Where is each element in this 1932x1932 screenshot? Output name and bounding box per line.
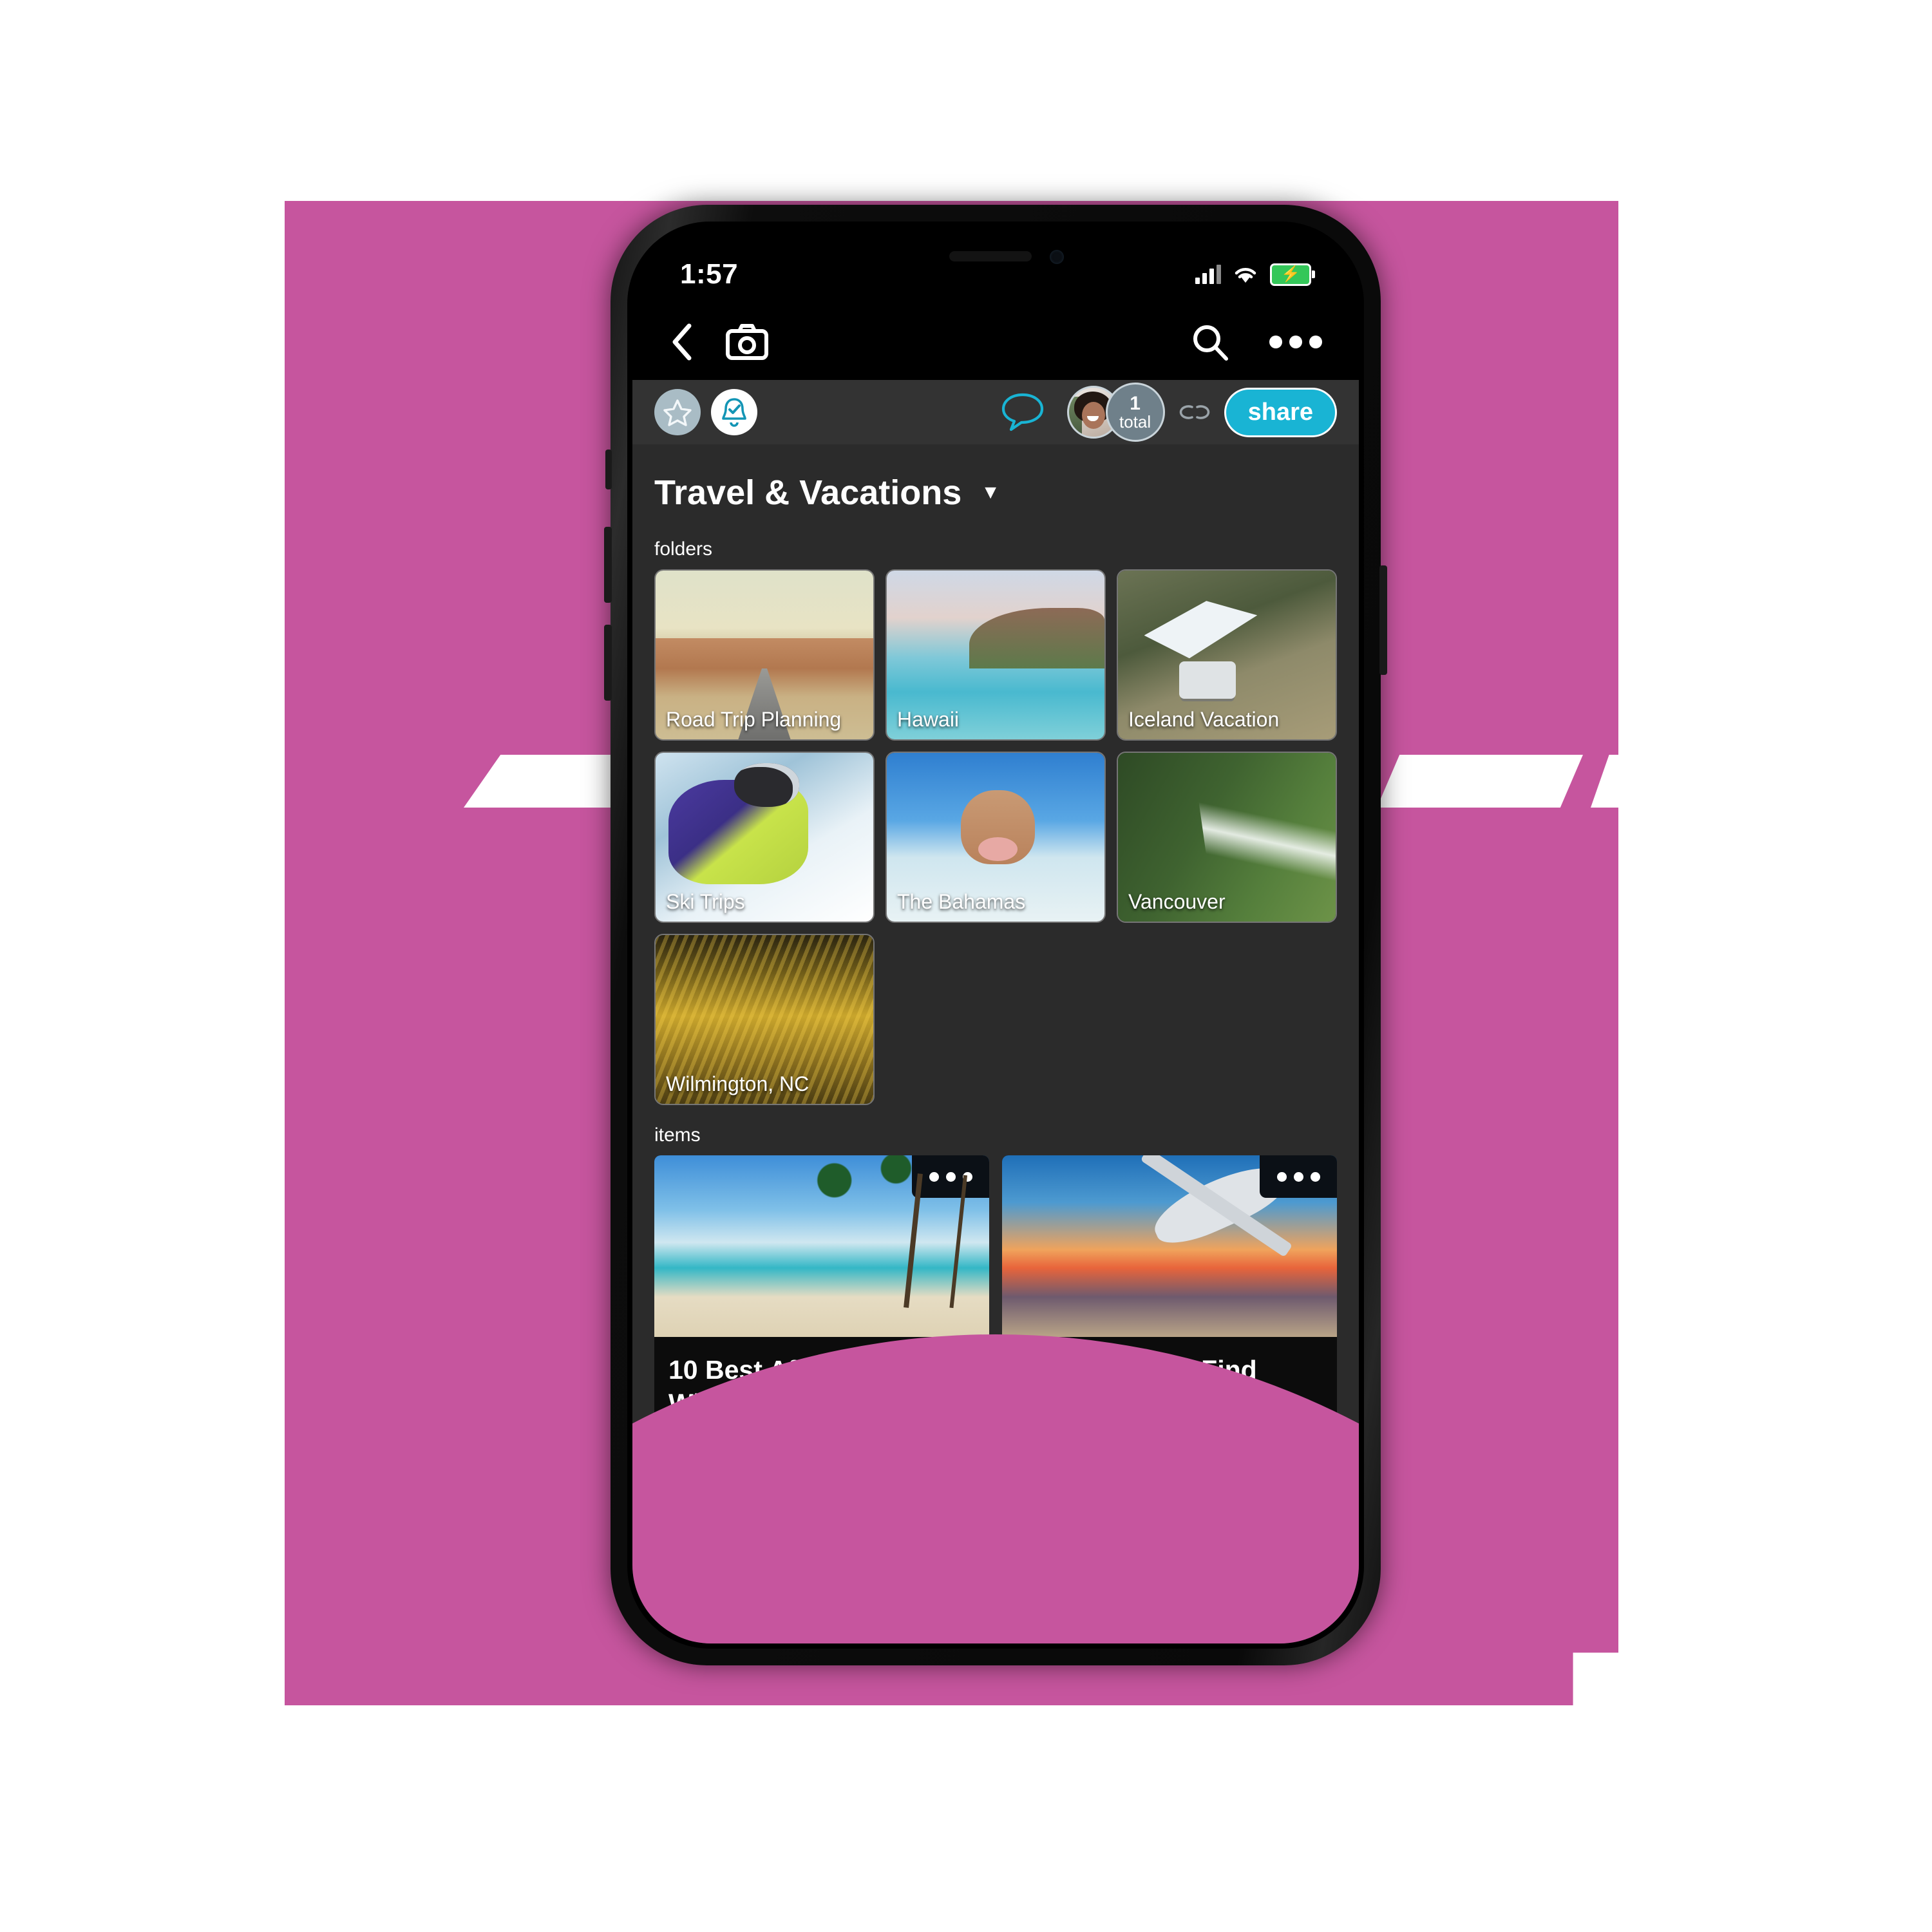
battery-charging-icon: ⚡ — [1270, 263, 1315, 286]
item-more-button[interactable] — [912, 1155, 989, 1198]
person-icon — [987, 1620, 1004, 1643]
plus-icon — [1233, 1408, 1287, 1463]
folders-section-label: folders — [654, 538, 713, 560]
status-clock: 1:57 — [680, 258, 739, 290]
folder-name: Ski Trips — [666, 890, 745, 914]
folder-tile[interactable]: Vancouver — [1117, 752, 1337, 923]
folder-tile[interactable]: Ski Trips — [654, 752, 875, 923]
phone-mockup: 1:57 ⚡ 1 total share Travel & Vacations … — [604, 205, 1387, 1665]
folder-tile[interactable]: Wilmington, NC — [654, 934, 875, 1105]
volume-up-button[interactable] — [604, 527, 612, 603]
page-title: Travel & Vacations — [654, 473, 962, 512]
power-button[interactable] — [1379, 565, 1387, 675]
cellular-signal-icon — [1195, 265, 1221, 284]
item-title: 10 Best Affordable Winter Vacations | U.… — [668, 1355, 954, 1452]
silent-switch[interactable] — [605, 450, 612, 489]
total-label: total — [1119, 412, 1151, 431]
folders-grid: Road Trip Planning Hawaii Iceland Vacati… — [632, 569, 1359, 1105]
item-thumbnail — [1002, 1155, 1337, 1337]
comment-bubble-icon[interactable] — [1000, 391, 1045, 433]
phone-screen: 1:57 ⚡ 1 total share Travel & Vacations … — [632, 227, 1359, 1643]
phone-bezel: 1:57 ⚡ 1 total share Travel & Vacations … — [627, 222, 1364, 1649]
top-navigation-bar — [632, 304, 1359, 380]
bell-check-icon — [720, 397, 748, 428]
folder-tile[interactable]: Iceland Vacation — [1117, 569, 1337, 741]
folder-tile[interactable]: Road Trip Planning — [654, 569, 875, 741]
total-count: 1 — [1130, 393, 1141, 414]
folder-name: Vancouver — [1128, 890, 1226, 914]
camera-icon[interactable] — [725, 323, 769, 361]
add-button[interactable] — [1213, 1388, 1307, 1482]
share-button[interactable]: share — [1224, 387, 1337, 437]
link-chain-icon[interactable] — [1177, 399, 1213, 425]
folder-tile[interactable]: The Bahamas — [886, 752, 1106, 923]
collaborator-total-badge[interactable]: 1 total — [1105, 383, 1165, 442]
folder-name: Wilmington, NC — [666, 1072, 810, 1096]
folder-tile[interactable]: Hawaii — [886, 569, 1106, 741]
item-thumbnail — [654, 1155, 989, 1337]
action-bar-right-group: 1 total share — [1000, 383, 1337, 442]
star-outline-icon — [663, 398, 692, 426]
action-bar: 1 total share — [632, 380, 1359, 444]
decorative-slash-middle — [1377, 755, 1583, 808]
chevron-down-icon[interactable]: ▼ — [981, 482, 1000, 504]
more-horizontal-icon[interactable] — [1269, 335, 1323, 349]
content-area: Travel & Vacations ▼ folders Road Trip P… — [632, 444, 1359, 1643]
notification-bell-button[interactable] — [711, 389, 757, 435]
page-title-row[interactable]: Travel & Vacations ▼ — [632, 444, 1359, 519]
folder-name: Iceland Vacation — [1128, 708, 1280, 732]
favorite-star-button[interactable] — [654, 389, 701, 435]
search-icon[interactable] — [1190, 322, 1230, 362]
wifi-icon — [1233, 264, 1258, 285]
folder-name: The Bahamas — [897, 890, 1026, 914]
earpiece-speaker — [949, 251, 1032, 261]
front-camera-icon — [1050, 250, 1064, 264]
volume-down-button[interactable] — [604, 625, 612, 701]
item-card[interactable]: 10 Best Affordable Winter Vacations | U.… — [654, 1155, 989, 1486]
decorative-slash-right — [1591, 755, 1758, 808]
folder-name: Hawaii — [897, 708, 960, 732]
status-indicators: ⚡ — [1195, 263, 1315, 286]
presence-badge[interactable] — [968, 1605, 1023, 1643]
chevron-left-icon[interactable] — [668, 322, 697, 362]
item-more-button[interactable] — [1260, 1155, 1337, 1198]
folder-name: Road Trip Planning — [666, 708, 842, 732]
items-section-label: items — [654, 1124, 701, 1146]
